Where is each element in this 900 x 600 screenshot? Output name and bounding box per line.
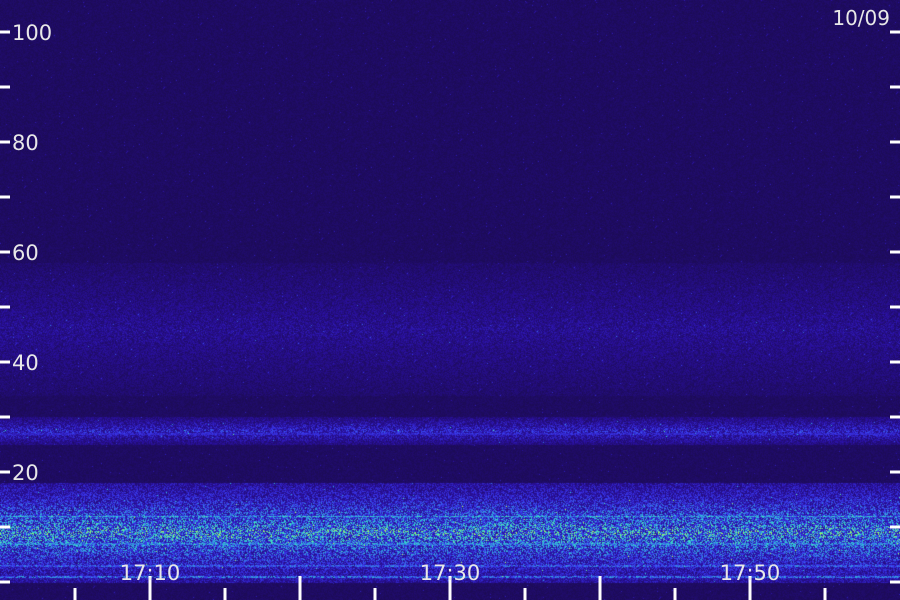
y-tick-label: 40 [12,351,39,375]
spectrogram-axes: 100 80 60 40 20 17:10 17:30 17:50 [0,21,900,600]
x-tick-label: 17:10 [120,561,181,585]
x-tick-label: 17:50 [720,561,781,585]
date-label: 10/09 [832,6,890,30]
y-tick-label: 80 [12,131,39,155]
y-tick-label: 20 [12,461,39,485]
x-tick-label: 17:30 [420,561,481,585]
x-axis-ticks: 17:10 17:30 17:50 [73,561,827,600]
y-axis-ticks: 100 80 60 40 20 [0,21,900,584]
y-tick-label: 100 [12,21,52,45]
y-tick-label: 60 [12,241,39,265]
